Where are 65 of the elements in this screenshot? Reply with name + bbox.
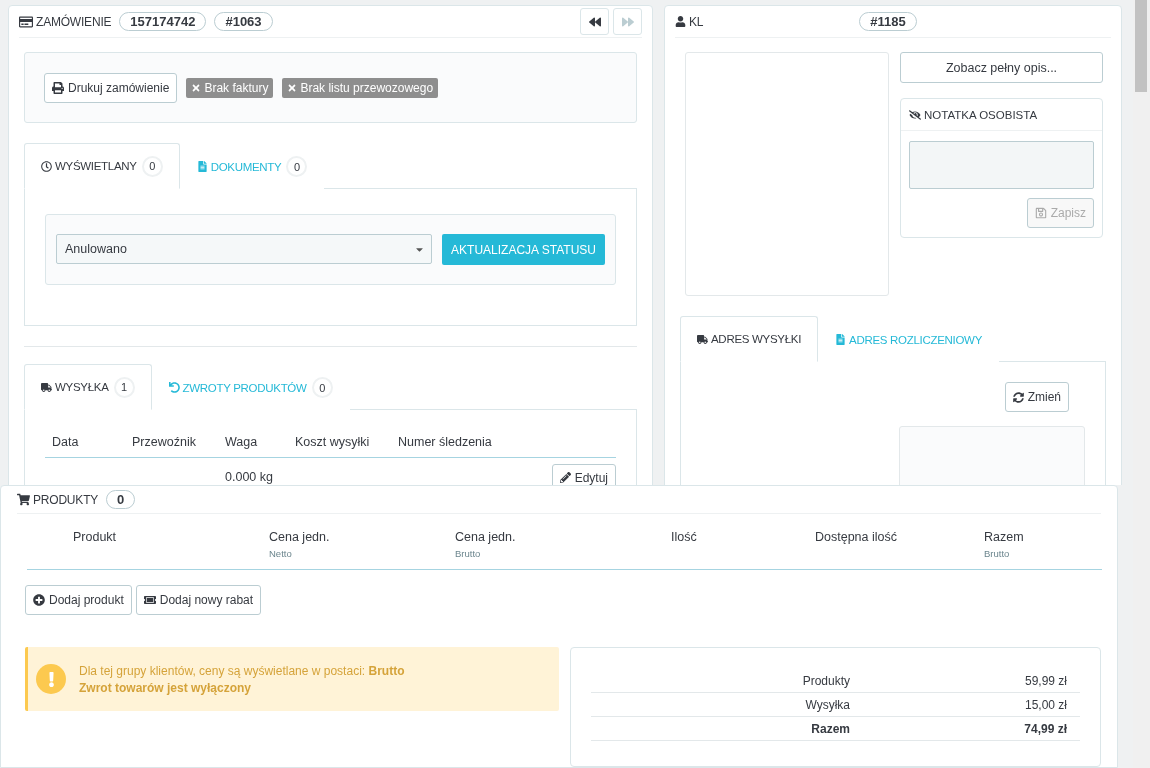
column-header: Ilość (671, 530, 698, 544)
ticket-icon (143, 594, 156, 606)
add-discount-button[interactable]: Dodaj nowy rabat (135, 585, 262, 615)
table-cell-text: 0.000 kg (224, 469, 274, 485)
edit-button[interactable]: Edytuj (551, 463, 616, 485)
column-subheader: Brutto (984, 548, 1011, 559)
tab[interactable]: WYŚWIETLANY 0 (24, 143, 180, 189)
document-icon (196, 161, 208, 172)
panel-title: KL (675, 14, 704, 29)
column-header: Data (45, 410, 125, 458)
count-badge: 0 (311, 377, 333, 398)
printer-icon (52, 81, 64, 94)
column-header: Dostępna ilość (815, 530, 898, 544)
scrollbar-thumb[interactable] (1135, 0, 1147, 92)
change-button[interactable]: Zmień (1004, 382, 1069, 412)
clock-icon (41, 160, 52, 172)
column-header: Razem (984, 530, 1025, 544)
panel-title: ZAMÓWIENIE (19, 14, 112, 29)
count-badge: 0 (286, 156, 308, 177)
truck-icon (697, 333, 708, 345)
status-tag: Brak faktury (186, 77, 274, 98)
panel-title: PRODUKTY (17, 492, 99, 507)
card-icon (19, 14, 33, 29)
rewind-icon (588, 15, 601, 28)
column-header: Numer śledzenia (391, 410, 519, 458)
column-subheader: Netto (269, 548, 293, 559)
document-icon (835, 334, 847, 345)
count-badge: 1 (113, 376, 135, 398)
column-header: Cena jedn. (455, 530, 517, 544)
warning-icon (36, 664, 66, 694)
column-header: Produkt (73, 530, 118, 544)
column-header: Cena jedn. (269, 530, 331, 544)
total-value: 74,99 zł (1023, 721, 1068, 736)
total-label: Wysyłka (804, 697, 851, 712)
alert-text: Zwrot towarów jest wyłączony (79, 680, 253, 695)
column-header: Waga (218, 410, 288, 458)
status-tag: Brak listu przewozowego (282, 77, 439, 98)
close-icon (191, 82, 202, 93)
alert-text: Dla tej grupy klientów, ceny są wyświetlane w postaci: Brutto (79, 663, 405, 678)
cart-icon (17, 493, 30, 506)
close-icon (287, 82, 298, 93)
note-title: NOTATKA OSOBISTA (924, 108, 1038, 121)
pencil-icon (559, 472, 571, 483)
user-icon (675, 16, 686, 27)
full-description-button[interactable]: Zobacz pełny opis... (900, 52, 1103, 83)
fast-forward-icon (621, 15, 634, 28)
truck-icon (41, 381, 52, 393)
add-product-button[interactable]: Dodaj produkt (25, 585, 132, 615)
tab[interactable]: WYSYŁKA 1 (24, 364, 152, 410)
column-subheader: Brutto (455, 548, 482, 559)
column-header: Koszt wysyłki (288, 410, 391, 458)
count-badge: 0 (141, 155, 163, 177)
tab[interactable]: ADRES WYSYŁKI (680, 316, 819, 362)
total-value: 15,00 zł (1023, 697, 1068, 712)
previous-button[interactable] (580, 8, 609, 35)
undo-icon (168, 382, 180, 393)
note-field[interactable] (909, 141, 1094, 189)
total-label: Razem (810, 721, 851, 736)
refresh-icon (1012, 391, 1024, 403)
eye-slash-icon (909, 108, 921, 121)
total-value: 59,99 zł (1023, 673, 1068, 688)
print-button[interactable]: Drukuj zamówienie (44, 72, 178, 103)
column-header: Przewoźnik (125, 410, 218, 458)
total-label: Produkty (801, 673, 851, 688)
status-select[interactable]: Anulowano (56, 234, 433, 264)
